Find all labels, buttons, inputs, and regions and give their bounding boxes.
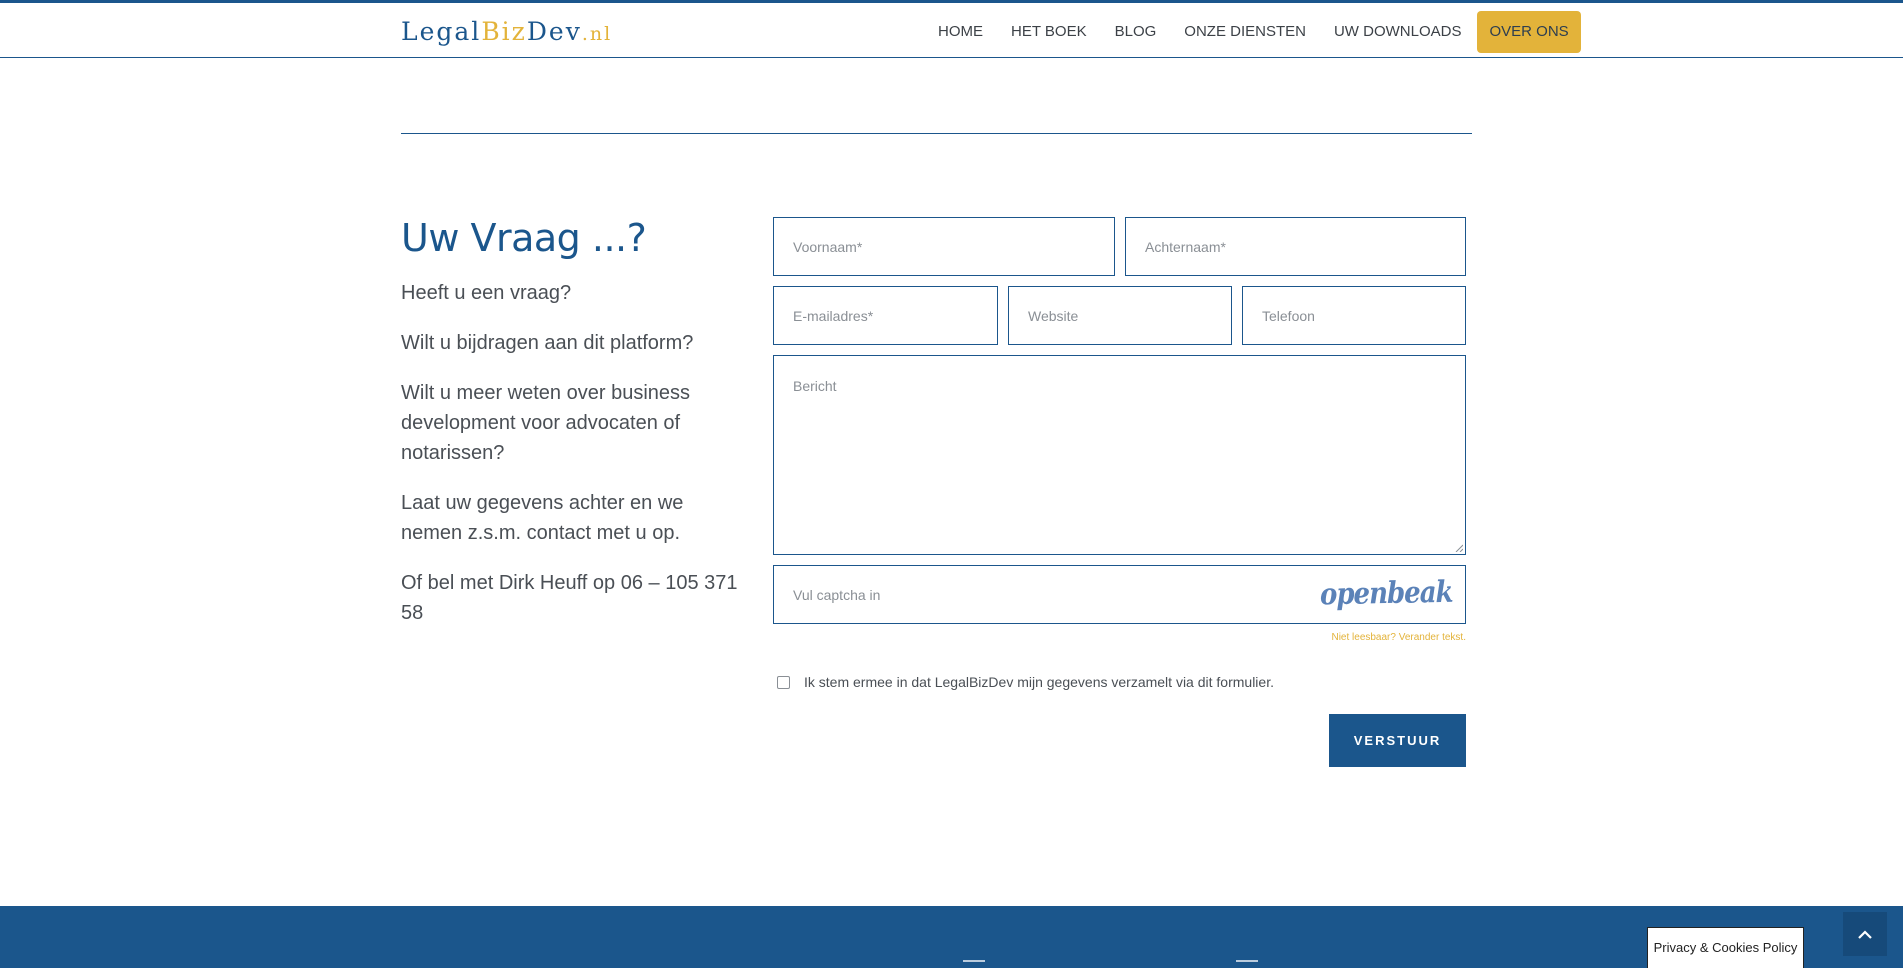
consent-label[interactable]: Ik stem ermee in dat LegalBizDev mijn ge… [804,674,1274,690]
nav-uw-downloads[interactable]: UW DOWNLOADS [1320,11,1476,53]
logo-text-legal: Legal [401,17,482,46]
submit-button[interactable]: VERSTUUR [1329,714,1466,767]
intro-paragraph: Of bel met Dirk Heuff op 06 – 105 371 58 [401,572,738,624]
bericht-textarea[interactable]: Bericht [773,355,1466,555]
site-logo[interactable]: LegalBizDev.nl [401,17,612,47]
site-footer [0,906,1903,968]
email-placeholder: E-mailadres* [793,307,874,324]
intro-paragraph: Wilt u meer weten over business developm… [401,382,691,464]
resize-grip-icon[interactable] [1455,544,1463,552]
intro-paragraph: Heeft u een vraag? [401,282,572,304]
logo-text-nl: .nl [581,23,613,45]
achternaam-placeholder: Achternaam* [1145,238,1226,255]
website-placeholder: Website [1028,307,1079,324]
logo-text-dev: Dev [526,17,582,46]
telefoon-placeholder: Telefoon [1262,307,1315,324]
nav-blog[interactable]: BLOG [1101,11,1171,53]
page-title: Uw Vraag ...? [401,216,647,260]
intro-paragraph: Wilt u bijdragen aan dit platform? [401,332,694,354]
footer-heading-stub [1236,960,1258,968]
captcha-placeholder: Vul captcha in [793,586,881,603]
main-nav: HOME HET BOEK BLOG ONZE DIENSTEN UW DOWN… [924,11,1581,53]
telefoon-input[interactable]: Telefoon [1242,286,1466,345]
chevron-up-icon [1858,930,1872,939]
contact-intro: Uw Vraag ...? Heeft u een vraag? Wilt u … [401,210,741,628]
footer-heading-stub [963,960,985,968]
privacy-cookies-button[interactable]: Privacy & Cookies Policy [1647,927,1804,968]
nav-home[interactable]: HOME [924,11,997,53]
voornaam-placeholder: Voornaam* [793,238,863,255]
scroll-to-top-button[interactable] [1843,912,1887,956]
bericht-placeholder: Bericht [793,378,837,394]
achternaam-input[interactable]: Achternaam* [1125,217,1466,276]
site-header: LegalBizDev.nl HOME HET BOEK BLOG ONZE D… [0,3,1903,58]
website-input[interactable]: Website [1008,286,1232,345]
voornaam-input[interactable]: Voornaam* [773,217,1115,276]
email-input[interactable]: E-mailadres* [773,286,998,345]
nav-onze-diensten[interactable]: ONZE DIENSTEN [1170,11,1320,53]
logo-text-biz: Biz [481,17,527,46]
captcha-refresh-link[interactable]: Niet leesbaar? Verander tekst. [1300,632,1466,643]
nav-het-boek[interactable]: HET BOEK [997,11,1101,53]
nav-over-ons[interactable]: OVER ONS [1477,11,1581,53]
section-divider [401,133,1472,134]
intro-paragraph: Laat uw gegevens achter en we nemen z.s.… [401,492,684,544]
consent-checkbox[interactable] [777,676,790,689]
captcha-image: openbeak [1319,575,1453,613]
